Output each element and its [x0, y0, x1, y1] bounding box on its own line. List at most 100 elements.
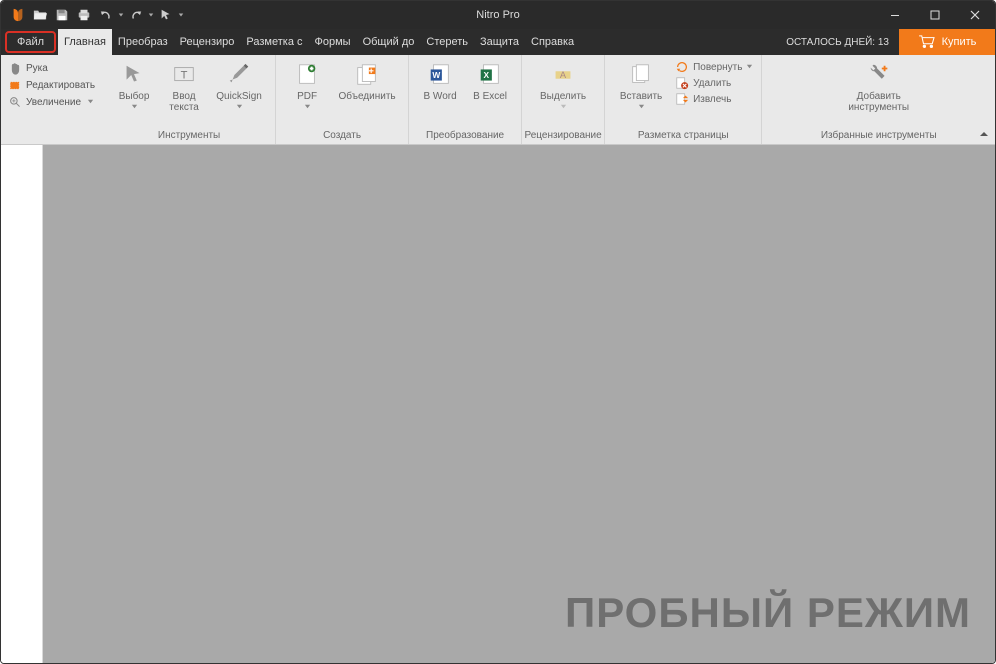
tab-home[interactable]: Главная: [58, 29, 112, 55]
buy-button-label: Купить: [942, 36, 977, 48]
to-excel-button[interactable]: X В Excel: [465, 59, 515, 102]
cursor-icon: [121, 62, 147, 88]
cursor-tool-icon[interactable]: [155, 4, 177, 26]
type-text-label: Ввод текста: [159, 91, 209, 113]
edit-tool-label: Редактировать: [26, 80, 95, 91]
tab-forms[interactable]: Формы: [309, 29, 357, 55]
pdf-label: PDF: [297, 91, 317, 102]
insert-page-icon: [628, 62, 654, 88]
pdf-button[interactable]: PDF: [282, 59, 332, 113]
cursor-dropdown-icon[interactable]: [177, 12, 185, 18]
combine-label: Объединить: [339, 91, 396, 102]
zoom-icon: [9, 96, 22, 109]
svg-text:X: X: [484, 70, 490, 80]
to-excel-label: В Excel: [473, 91, 507, 102]
edit-tool[interactable]: Редактировать: [7, 78, 97, 93]
tab-protect-label: Защита: [480, 36, 519, 48]
tab-layout[interactable]: Разметка с: [240, 29, 308, 55]
tab-review[interactable]: Рецензиро: [174, 29, 241, 55]
pdf-icon: [294, 62, 320, 88]
open-icon[interactable]: [29, 4, 51, 26]
tab-help[interactable]: Справка: [525, 29, 580, 55]
chevron-down-icon: [304, 102, 311, 113]
tools-plus-icon: [866, 62, 892, 88]
workspace: ПРОБНЫЙ РЕЖИМ: [1, 145, 995, 663]
undo-dropdown-icon[interactable]: [117, 12, 125, 18]
ribbon: Рука Редактировать Увеличение: [1, 55, 995, 145]
tab-file-label: Файл: [17, 36, 44, 48]
undo-icon[interactable]: [95, 4, 117, 26]
app-icon[interactable]: [7, 4, 29, 26]
group-title-convert: Преобразование: [409, 128, 521, 144]
quicksign-button[interactable]: QuickSign: [209, 59, 269, 113]
add-tools-button[interactable]: Добавить инструменты: [834, 59, 924, 113]
tab-convert[interactable]: Преобраз: [112, 29, 174, 55]
insert-button[interactable]: Вставить: [611, 59, 671, 113]
maximize-button[interactable]: [915, 1, 955, 29]
group-title-review: Рецензирование: [522, 128, 604, 144]
save-icon[interactable]: [51, 4, 73, 26]
cart-icon: [918, 35, 936, 49]
svg-text:A: A: [560, 70, 567, 80]
left-panel-gutter[interactable]: [1, 145, 43, 663]
group-title-layout: Разметка страницы: [605, 128, 761, 144]
tab-protect[interactable]: Защита: [474, 29, 525, 55]
to-word-button[interactable]: W В Word: [415, 59, 465, 102]
collapse-ribbon-button[interactable]: [977, 128, 991, 142]
tab-erase-label: Стереть: [426, 36, 468, 48]
group-title-tools: Инструменты: [103, 128, 275, 144]
ribbon-tabstrip: Файл Главная Преобраз Рецензиро Разметка…: [1, 29, 995, 55]
edit-icon: [9, 79, 22, 92]
add-tools-label: Добавить инструменты: [834, 91, 924, 113]
delete-label: Удалить: [693, 78, 731, 89]
tab-share[interactable]: Общий до: [357, 29, 421, 55]
print-icon[interactable]: [73, 4, 95, 26]
combine-button[interactable]: Объединить: [332, 59, 402, 102]
delete-page-icon: [675, 76, 689, 90]
chevron-down-icon: [87, 97, 94, 108]
zoom-tool[interactable]: Увеличение: [7, 95, 97, 110]
tab-help-label: Справка: [531, 36, 574, 48]
redo-dropdown-icon[interactable]: [147, 12, 155, 18]
insert-label: Вставить: [620, 91, 662, 102]
redo-icon[interactable]: [125, 4, 147, 26]
trial-days-remaining: ОСТАЛОСЬ ДНЕЙ: 13: [776, 29, 899, 55]
document-canvas[interactable]: ПРОБНЫЙ РЕЖИМ: [43, 145, 995, 663]
delete-button[interactable]: Удалить: [673, 75, 755, 91]
select-button[interactable]: Выбор: [109, 59, 159, 113]
tab-forms-label: Формы: [315, 36, 351, 48]
select-label: Выбор: [119, 91, 150, 102]
hand-tool[interactable]: Рука: [7, 61, 97, 76]
close-button[interactable]: [955, 1, 995, 29]
extract-button[interactable]: Извлечь: [673, 91, 755, 107]
chevron-down-icon: [638, 102, 645, 113]
pen-icon: [226, 62, 252, 88]
tab-layout-label: Разметка с: [246, 36, 302, 48]
svg-text:W: W: [432, 70, 440, 80]
tab-file[interactable]: Файл: [5, 31, 56, 53]
rotate-button[interactable]: Повернуть: [673, 59, 755, 75]
quicksign-label: QuickSign: [216, 91, 262, 102]
tab-home-label: Главная: [64, 36, 106, 48]
group-title-create: Создать: [276, 128, 408, 144]
group-title-blank: [1, 128, 103, 144]
chevron-down-icon: [560, 102, 567, 113]
tab-convert-label: Преобраз: [118, 36, 168, 48]
titlebar: Nitro Pro: [1, 1, 995, 29]
chevron-down-icon: [746, 62, 753, 73]
chevron-down-icon: [236, 102, 243, 113]
highlight-button[interactable]: A Выделить: [528, 59, 598, 113]
extract-label: Извлечь: [693, 94, 731, 105]
quick-access-toolbar: [1, 4, 185, 26]
hand-icon: [9, 62, 22, 75]
tab-erase[interactable]: Стереть: [420, 29, 474, 55]
tab-review-label: Рецензиро: [180, 36, 235, 48]
buy-button[interactable]: Купить: [899, 29, 995, 55]
minimize-button[interactable]: [875, 1, 915, 29]
zoom-tool-label: Увеличение: [26, 97, 81, 108]
excel-icon: X: [477, 62, 503, 88]
hand-tool-label: Рука: [26, 63, 48, 74]
rotate-label: Повернуть: [693, 62, 742, 73]
extract-icon: [675, 92, 689, 106]
type-text-button[interactable]: T Ввод текста: [159, 59, 209, 113]
